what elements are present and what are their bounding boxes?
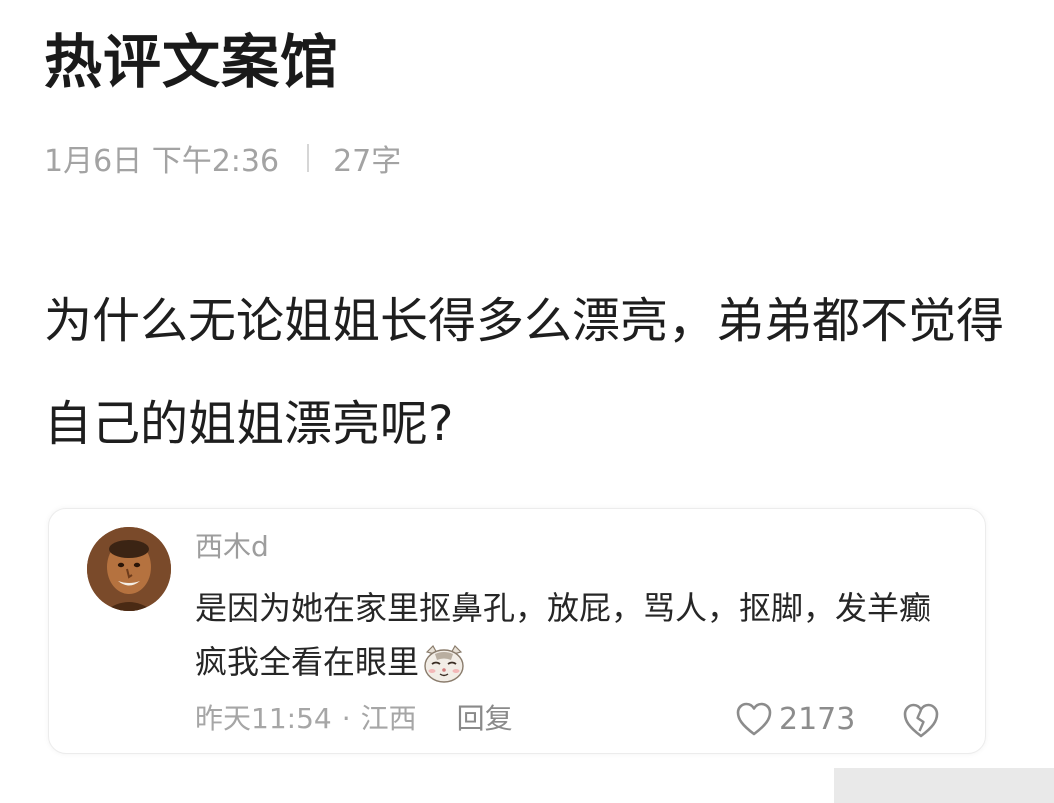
- smirking-cat-emoji-icon: [421, 644, 467, 684]
- meta-separator: ·: [341, 702, 351, 735]
- heart-outline-icon: [736, 702, 772, 736]
- meta-divider: [307, 144, 310, 172]
- person-avatar-icon: [87, 527, 171, 611]
- comment-text: 是因为她在家里抠鼻孔，放屁，骂人，抠脚，发羊癫疯我全看在眼里: [195, 581, 955, 689]
- bottom-overlay-strip: [834, 768, 1054, 803]
- broken-heart-icon[interactable]: [901, 701, 941, 739]
- comment-time: 昨天11:54: [195, 702, 332, 735]
- comment-card: 西木d 是因为她在家里抠鼻孔，放屁，骂人，抠脚，发羊癫疯我全看在眼里 昨天11:…: [48, 508, 986, 754]
- post-body: 为什么无论姐姐长得多么漂亮，弟弟都不觉得自己的姐姐漂亮呢?: [44, 293, 1005, 452]
- reply-button[interactable]: 回复: [457, 699, 513, 739]
- comment-username[interactable]: 西木d: [195, 529, 269, 565]
- page-title: 热评文案馆: [44, 28, 340, 96]
- comment-footer: 昨天11:54 · 江西 回复: [195, 699, 513, 739]
- like-count: 2173: [779, 701, 856, 737]
- comment-location: 江西: [360, 702, 417, 735]
- post-meta: 1月6日 下午2:36 27字: [44, 138, 402, 179]
- word-count: 27字: [333, 144, 402, 179]
- comment-text-body: 是因为她在家里抠鼻孔，放屁，骂人，抠脚，发羊癫疯我全看在眼里: [195, 589, 932, 681]
- like-button[interactable]: 2173: [735, 699, 855, 739]
- user-avatar[interactable]: [87, 527, 171, 611]
- post-date: 1月6日 下午2:36: [44, 144, 280, 179]
